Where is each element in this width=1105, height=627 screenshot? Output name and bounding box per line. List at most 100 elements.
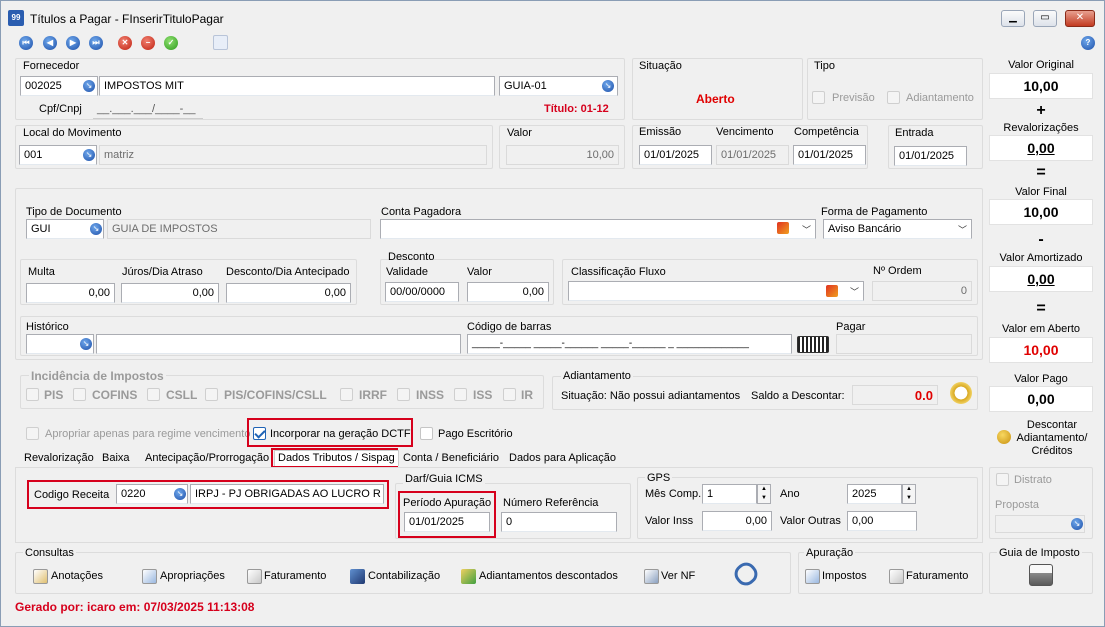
valor-inss-input[interactable]: 0,00: [702, 511, 772, 531]
fornecedor-name-input[interactable]: IMPOSTOS MIT: [99, 76, 495, 96]
csll-checkbox[interactable]: [147, 388, 160, 401]
delete-icon[interactable]: −: [141, 36, 155, 50]
codigo-receita-desc-input[interactable]: IRPJ - PJ OBRIGADAS AO LUCRO R: [190, 484, 384, 504]
classificacao-select[interactable]: [568, 281, 864, 301]
tab-baixa[interactable]: Baixa: [97, 450, 135, 467]
printer-icon[interactable]: [1029, 564, 1053, 586]
mes-comp-spinner[interactable]: ▲ ▼: [757, 484, 771, 504]
desconto-valor-label: Valor: [467, 266, 492, 278]
close-button[interactable]: ✕: [1065, 10, 1095, 27]
guia-input[interactable]: GUIA-01: [499, 76, 618, 96]
validade-input[interactable]: 00/00/0000: [385, 282, 459, 302]
notes-icon[interactable]: [33, 569, 48, 584]
minimize-button[interactable]: ▁: [1001, 10, 1025, 27]
previous-record-icon[interactable]: ◀: [43, 36, 57, 50]
chevron-down-icon[interactable]: ﹀: [850, 285, 859, 298]
money-icon[interactable]: [461, 569, 476, 584]
clock-icon[interactable]: [950, 382, 972, 404]
tipo-documento-lookup-icon[interactable]: ↘: [90, 223, 102, 235]
incorporar-checkbox[interactable]: [253, 427, 266, 440]
periodo-input[interactable]: 01/01/2025: [404, 512, 490, 532]
vencimento-label: Vencimento: [716, 126, 774, 138]
previsao-label: Previsão: [832, 92, 875, 104]
desconto-valor-input[interactable]: 0,00: [467, 282, 549, 302]
anotacoes-link[interactable]: Anotações: [51, 570, 103, 582]
last-record-icon[interactable]: ⏭: [89, 36, 103, 50]
juros-input[interactable]: 0,00: [121, 283, 219, 303]
coin-icon[interactable]: [997, 430, 1011, 444]
adiantamento-label: Adiantamento: [561, 370, 633, 382]
revalorizacoes-value[interactable]: 0,00: [989, 135, 1093, 161]
maximize-button[interactable]: ▭: [1033, 10, 1057, 27]
chevron-down-icon[interactable]: ﹀: [802, 223, 811, 236]
adiantamentos-descontados-link[interactable]: Adiantamentos descontados: [479, 570, 618, 582]
entrada-input[interactable]: 01/01/2025: [894, 146, 967, 166]
cofins-checkbox[interactable]: [73, 388, 86, 401]
ano-spinner[interactable]: ▲ ▼: [902, 484, 916, 504]
ir-checkbox[interactable]: [503, 388, 516, 401]
distrato-label: Distrato: [1014, 474, 1052, 486]
descontar-label[interactable]: Descontar Adiantamento/ Créditos: [1013, 419, 1091, 458]
apuracao-faturamento-link[interactable]: Faturamento: [906, 570, 968, 582]
pencil-icon[interactable]: [826, 285, 838, 297]
invoice-icon[interactable]: [889, 569, 904, 584]
search-icon[interactable]: [213, 35, 228, 50]
cpf-input[interactable]: __.___.___/____-__: [93, 99, 203, 119]
iss-checkbox[interactable]: [454, 388, 467, 401]
network-icon[interactable]: [350, 569, 365, 584]
desconto-dia-input[interactable]: 0,00: [226, 283, 351, 303]
apuracao-label: Apuração: [804, 547, 856, 559]
pago-escritorio-checkbox[interactable]: [420, 427, 433, 440]
tab-dados-tributos[interactable]: Dados Tributos / Sispag: [274, 450, 399, 466]
tab-revalorizacao[interactable]: Revalorização: [19, 450, 99, 467]
multa-input[interactable]: 0,00: [26, 283, 115, 303]
proposta-lookup-icon[interactable]: ↘: [1071, 518, 1083, 530]
first-record-icon[interactable]: ⏮: [19, 36, 33, 50]
next-record-icon[interactable]: ▶: [66, 36, 80, 50]
faturamento-link[interactable]: Faturamento: [264, 570, 326, 582]
fornecedor-lookup-icon[interactable]: ↘: [83, 80, 95, 92]
referencia-input[interactable]: 0: [501, 512, 617, 532]
adiantamento-checkbox[interactable]: [887, 91, 900, 104]
keyboard-icon[interactable]: [797, 336, 829, 353]
local-lookup-icon[interactable]: ↘: [83, 149, 95, 161]
pis-cofins-csll-label: PIS/COFINS/CSLL: [224, 388, 327, 402]
guia-lookup-icon[interactable]: ↘: [602, 80, 614, 92]
cancel-icon[interactable]: ✕: [118, 36, 132, 50]
tax-icon[interactable]: [805, 569, 820, 584]
table-icon[interactable]: [142, 569, 157, 584]
valor-outras-input[interactable]: 0,00: [847, 511, 917, 531]
ver-nf-link[interactable]: Ver NF: [661, 570, 695, 582]
impostos-link[interactable]: Impostos: [822, 570, 867, 582]
inss-checkbox[interactable]: [397, 388, 410, 401]
tab-dados-aplicacao[interactable]: Dados para Aplicação: [504, 450, 621, 467]
previsao-checkbox[interactable]: [812, 91, 825, 104]
ano-input[interactable]: 2025: [847, 484, 902, 504]
tab-conta-beneficiario[interactable]: Conta / Beneficiário: [398, 450, 504, 467]
apropriar-checkbox[interactable]: [26, 427, 39, 440]
invoice-icon[interactable]: [247, 569, 262, 584]
codigo-receita-lookup-icon[interactable]: ↘: [174, 488, 186, 500]
apropriar-label: Apropriar apenas para regime vencimento: [45, 428, 251, 440]
contabilizacao-link[interactable]: Contabilização: [368, 570, 440, 582]
historico-lookup-icon[interactable]: ↘: [80, 338, 92, 350]
emissao-input[interactable]: 01/01/2025: [639, 145, 712, 165]
valor-amortizado-value[interactable]: 0,00: [989, 266, 1093, 292]
tab-antecipacao[interactable]: Antecipação/Prorrogação: [140, 450, 274, 467]
distrato-checkbox[interactable]: [996, 473, 1009, 486]
pis-cofins-csll-checkbox[interactable]: [205, 388, 218, 401]
forma-pagamento-select[interactable]: Aviso Bancário: [823, 219, 972, 239]
magnifier-icon[interactable]: [644, 569, 659, 584]
competencia-input[interactable]: 01/01/2025: [793, 145, 866, 165]
help-icon[interactable]: ?: [1081, 36, 1095, 50]
mes-comp-input[interactable]: 1: [702, 484, 757, 504]
apropriacoes-link[interactable]: Apropriações: [160, 570, 225, 582]
conta-pagadora-select[interactable]: [380, 219, 816, 239]
historico-text-input[interactable]: [96, 334, 461, 354]
barcode-input[interactable]: _____-_____ _____-______ _____-______ _ …: [467, 334, 792, 354]
irrf-checkbox[interactable]: [340, 388, 353, 401]
chevron-down-icon[interactable]: ﹀: [958, 223, 967, 236]
pis-checkbox[interactable]: [26, 388, 39, 401]
confirm-icon[interactable]: ✓: [164, 36, 178, 50]
pencil-icon[interactable]: [777, 222, 789, 234]
